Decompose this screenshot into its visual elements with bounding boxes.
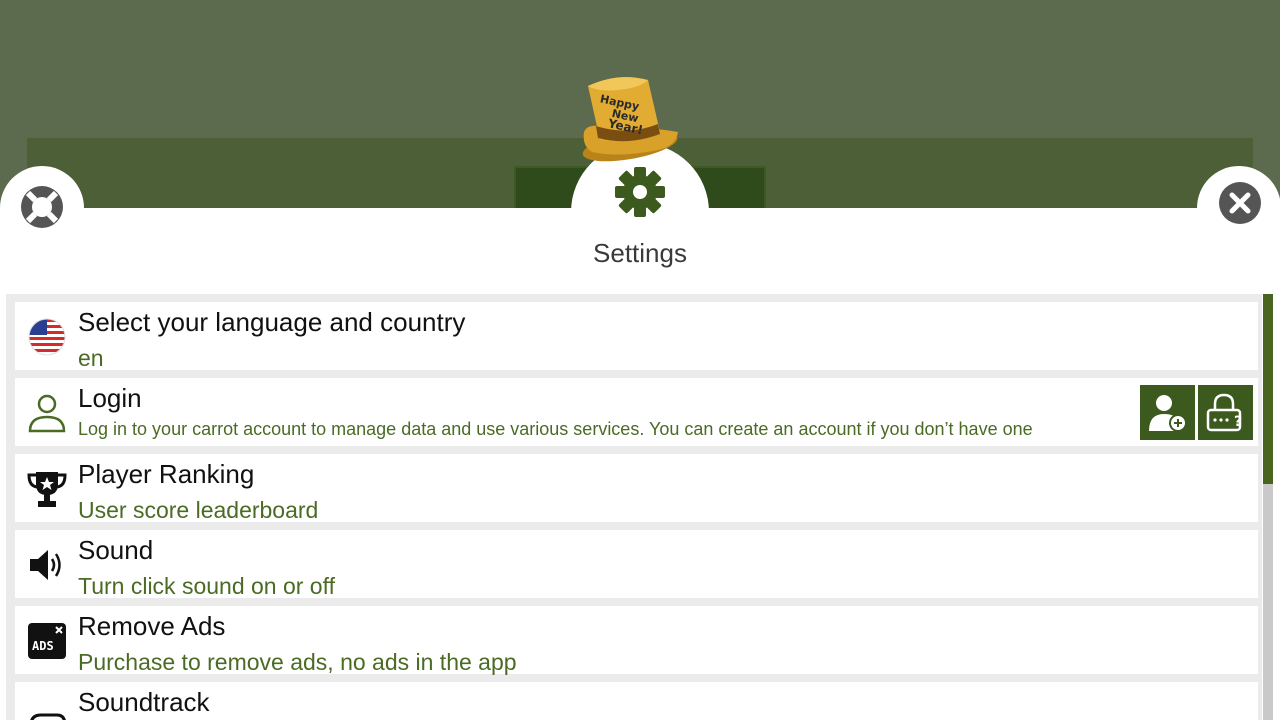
password-recovery-button[interactable]: ? [1198, 385, 1253, 440]
help-button[interactable] [19, 184, 65, 230]
ads-icon-text: ADS [32, 639, 54, 653]
setting-sound-row[interactable]: Sound Turn click sound on or off [15, 530, 1258, 599]
setting-language-title: Select your language and country [78, 307, 466, 337]
setting-remove-ads-description: Purchase to remove ads, no ads in the ap… [78, 649, 517, 675]
ads-icon: ADS [28, 623, 66, 659]
list-scrollbar[interactable] [1263, 294, 1273, 720]
setting-ranking-description: User score leaderboard [78, 497, 319, 523]
scrollbar-thumb[interactable] [1263, 294, 1273, 484]
gear-icon [615, 167, 665, 217]
password-recovery-icon: ? [1206, 393, 1242, 432]
us-flag-icon [28, 318, 66, 356]
setting-ranking-row[interactable]: Player Ranking User score leaderboard [15, 454, 1258, 523]
music-icon [30, 713, 66, 720]
setting-login-row[interactable]: Login Log in to your carrot account to m… [15, 378, 1258, 446]
new-year-hat-icon: Happy New Year! [582, 77, 678, 162]
setting-remove-ads-row[interactable]: ADS Remove Ads Purchase to remove ads, n… [15, 606, 1258, 675]
setting-language-row[interactable]: Select your language and country en [15, 302, 1258, 371]
setting-soundtrack-row[interactable]: Soundtrack [15, 682, 1258, 720]
trophy-icon [27, 472, 67, 507]
lifebuoy-icon [21, 186, 63, 228]
speaker-icon [30, 550, 61, 580]
settings-list[interactable]: Select your language and country en Logi… [6, 294, 1262, 720]
setting-login-description: Log in to your carrot account to manage … [78, 419, 1033, 439]
setting-soundtrack-title: Soundtrack [78, 687, 210, 717]
setting-language-value: en [78, 345, 104, 371]
close-icon [1219, 182, 1261, 224]
close-button[interactable] [1217, 180, 1263, 226]
setting-login-title: Login [78, 383, 142, 413]
svg-text:?: ? [1234, 414, 1242, 430]
add-user-icon [1149, 395, 1187, 432]
setting-sound-title: Sound [78, 535, 154, 565]
add-user-button[interactable] [1140, 385, 1195, 440]
setting-ranking-title: Player Ranking [78, 459, 255, 489]
setting-remove-ads-title: Remove Ads [78, 611, 226, 641]
user-icon [28, 394, 66, 433]
page-title: Settings [593, 238, 687, 268]
setting-sound-description: Turn click sound on or off [78, 573, 335, 599]
